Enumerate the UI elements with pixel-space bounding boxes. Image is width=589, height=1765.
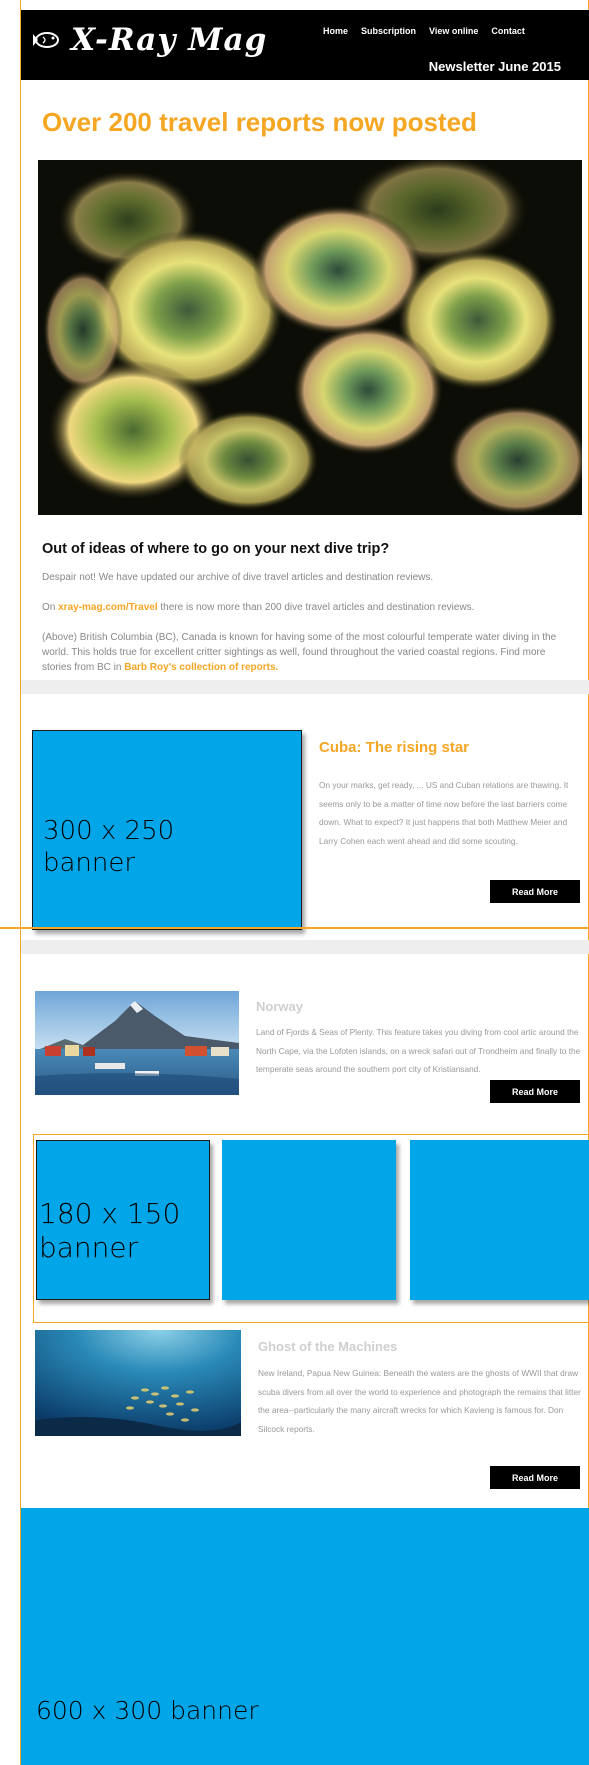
banner-600x300-label: 600 x 300 banner xyxy=(36,1696,259,1725)
norway-harbour-photo xyxy=(35,991,239,1095)
hero-title[interactable]: Over 200 travel reports now posted xyxy=(42,107,477,138)
travel-link[interactable]: xray-mag.com/Travel xyxy=(58,602,158,613)
nav-subscription[interactable]: Subscription xyxy=(361,26,416,36)
banner-180x150-label: 180 x 150 banner xyxy=(39,1197,181,1264)
nav-home[interactable]: Home xyxy=(323,26,348,36)
lead-title: Out of ideas of where to go on your next… xyxy=(42,541,390,557)
section-separator xyxy=(21,680,589,694)
article-body-cuba: On your marks, get ready, ... US and Cub… xyxy=(319,780,569,846)
banner-600x300[interactable]: 600 x 300 banner xyxy=(21,1508,589,1765)
lead-paragraph-3: (Above) British Columbia (BC), Canada is… xyxy=(42,630,572,675)
orange-divider xyxy=(0,927,589,929)
barb-roy-link[interactable]: Barb Roy's collection of reports. xyxy=(124,662,278,673)
hero-image[interactable] xyxy=(38,160,582,515)
lead-paragraph-1: Despair not! We have updated our archive… xyxy=(42,572,434,583)
read-more-button-cuba[interactable]: Read More xyxy=(490,880,580,903)
banner-180x150-3[interactable] xyxy=(410,1140,589,1300)
article-title-ghost[interactable]: Ghost of the Machines xyxy=(258,1339,397,1354)
ghost-image[interactable] xyxy=(35,1330,241,1436)
issue-label: Newsletter June 2015 xyxy=(428,59,561,74)
norway-image[interactable] xyxy=(35,991,239,1095)
top-nav: Home Subscription View online Contact xyxy=(323,26,525,36)
logo[interactable]: X-Ray Mag xyxy=(33,22,267,58)
article-title-norway[interactable]: Norway xyxy=(256,999,303,1014)
lead-paragraph-2: On xray-mag.com/Travel there is now more… xyxy=(42,600,572,615)
sea-anemones-photo xyxy=(38,160,582,515)
read-more-button-ghost[interactable]: Read More xyxy=(490,1466,580,1489)
banner-180x150-2[interactable] xyxy=(222,1140,396,1300)
read-more-button-norway[interactable]: Read More xyxy=(490,1080,580,1103)
underwater-fish-school-photo xyxy=(35,1330,241,1436)
fish-logo-icon xyxy=(33,32,59,48)
section-separator-2 xyxy=(21,940,589,954)
banner-300x250-label: 300 x 250 banner xyxy=(43,816,175,878)
lead-paragraph-3-text: (Above) British Columbia (BC), Canada is… xyxy=(42,632,557,673)
header-bar: X-Ray Mag Home Subscription View online … xyxy=(21,10,589,80)
nav-view-online[interactable]: View online xyxy=(429,26,478,36)
banner-300x250[interactable]: 300 x 250 banner xyxy=(32,730,302,930)
lead-paragraph-2-prefix: On xyxy=(42,602,59,613)
article-body-norway: Land of Fjords & Seas of Plenty. This fe… xyxy=(256,1027,581,1074)
nav-contact[interactable]: Contact xyxy=(491,26,525,36)
logo-text: X-Ray Mag xyxy=(71,22,268,58)
article-body-ghost: New Ireland, Papua New Guinea: Beneath t… xyxy=(258,1368,581,1434)
article-title-cuba[interactable]: Cuba: The rising star xyxy=(319,739,469,756)
lead-paragraph-2-suffix: there is now more than 200 dive travel a… xyxy=(157,602,475,613)
banner-180x150-1[interactable]: 180 x 150 banner xyxy=(36,1140,210,1300)
